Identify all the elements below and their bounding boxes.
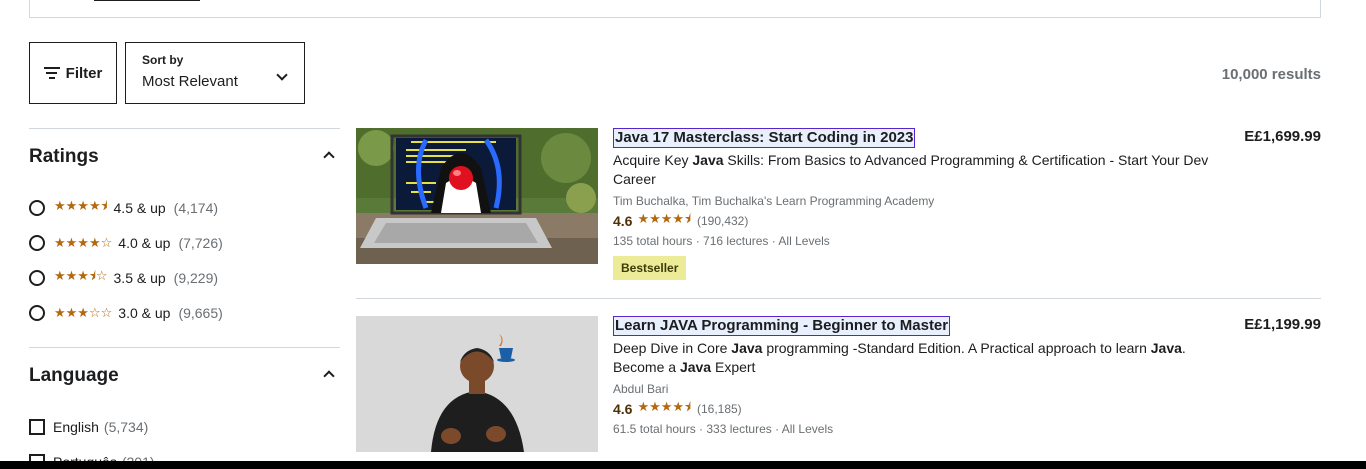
rating-option-label: 3.5 & up bbox=[113, 270, 166, 286]
course-rating: 4.6 ★★★★⯨ (190,432) bbox=[613, 211, 749, 230]
ratings-heading[interactable]: Ratings bbox=[29, 146, 99, 168]
filter-button[interactable]: Filter bbox=[29, 42, 117, 104]
star-rating-icon: ★★★★⯨ bbox=[637, 399, 691, 414]
sort-select[interactable]: Sort by Most Relevant bbox=[125, 42, 305, 104]
active-tab-indicator bbox=[94, 0, 200, 1]
rating-option[interactable]: ★★★⯨☆ 3.5 & up (9,229) bbox=[29, 268, 218, 288]
course-review-count: (16,185) bbox=[696, 402, 742, 416]
radio-button[interactable] bbox=[29, 200, 45, 216]
rating-option-label: 4.5 & up bbox=[113, 200, 166, 216]
star-rating-icon: ★★★★⯨ bbox=[637, 211, 691, 226]
star-rating-icon: ★★★☆☆ bbox=[54, 305, 113, 320]
course-rating-value: 4.6 bbox=[613, 213, 633, 229]
course-thumbnail-image bbox=[356, 316, 598, 452]
course-title-link[interactable]: Learn JAVA Programming - Beginner to Mas… bbox=[613, 316, 951, 336]
course-rating: 4.6 ★★★★⯨ (16,185) bbox=[613, 399, 742, 418]
course-meta: 135 total hours · 716 lectures · All Lev… bbox=[613, 234, 830, 248]
rating-option-label: 3.0 & up bbox=[118, 305, 171, 321]
course-title-link[interactable]: Java 17 Masterclass: Start Coding in 202… bbox=[613, 128, 916, 148]
language-heading[interactable]: Language bbox=[29, 365, 119, 387]
window-bottom-edge bbox=[0, 461, 1366, 469]
star-rating-icon: ★★★★⯨ bbox=[54, 198, 108, 213]
rating-option-count: (9,229) bbox=[173, 270, 219, 286]
course-price: E£1,199.99 bbox=[1244, 316, 1321, 333]
course-instructor: Abdul Bari bbox=[613, 382, 669, 396]
course-instructor: Tim Buchalka, Tim Buchalka's Learn Progr… bbox=[613, 194, 935, 208]
rating-option-count: (4,174) bbox=[173, 200, 219, 216]
language-option[interactable]: English (5,734) bbox=[29, 417, 148, 437]
star-rating-icon: ★★★⯨☆ bbox=[54, 268, 108, 283]
filter-label: Filter bbox=[65, 64, 103, 82]
star-rating-icon: ★★★★☆ bbox=[54, 235, 113, 250]
radio-button[interactable] bbox=[29, 270, 45, 286]
bestseller-badge: Bestseller bbox=[613, 256, 687, 280]
search-panel-frame bbox=[29, 0, 1321, 18]
course-rating-value: 4.6 bbox=[613, 401, 633, 417]
course-price: E£1,699.99 bbox=[1244, 128, 1321, 145]
course-review-count: (190,432) bbox=[696, 214, 749, 228]
rating-option[interactable]: ★★★★☆ 4.0 & up (7,726) bbox=[29, 233, 223, 253]
language-option-count: (5,734) bbox=[103, 419, 149, 435]
sidebar-divider bbox=[29, 347, 340, 348]
results-count: 10,000 results bbox=[1221, 66, 1321, 83]
course-thumbnail-image bbox=[356, 128, 598, 264]
sidebar-divider bbox=[29, 128, 340, 129]
course-thumbnail[interactable] bbox=[356, 316, 598, 452]
sort-value: Most Relevant bbox=[142, 73, 238, 90]
chevron-up-icon[interactable] bbox=[323, 151, 335, 163]
radio-button[interactable] bbox=[29, 305, 45, 321]
chevron-up-icon[interactable] bbox=[323, 370, 335, 382]
rating-option[interactable]: ★★★★⯨ 4.5 & up (4,174) bbox=[29, 198, 218, 218]
rating-option[interactable]: ★★★☆☆ 3.0 & up (9,665) bbox=[29, 303, 223, 323]
course-description: Deep Dive in Core Java programming -Stan… bbox=[613, 340, 1186, 375]
language-option-label: English bbox=[53, 419, 99, 435]
checkbox[interactable] bbox=[29, 419, 45, 435]
rating-option-count: (9,665) bbox=[178, 305, 223, 321]
course-meta: 61.5 total hours · 333 lectures · All Le… bbox=[613, 422, 834, 436]
radio-button[interactable] bbox=[29, 235, 45, 251]
course-divider bbox=[356, 298, 1321, 299]
sort-label: Sort by bbox=[142, 53, 184, 67]
rating-option-label: 4.0 & up bbox=[118, 235, 171, 251]
rating-option-count: (7,726) bbox=[178, 235, 223, 251]
filter-icon bbox=[43, 67, 60, 79]
course-thumbnail[interactable] bbox=[356, 128, 598, 264]
course-description: Acquire Key Java Skills: From Basics to … bbox=[613, 152, 1209, 187]
